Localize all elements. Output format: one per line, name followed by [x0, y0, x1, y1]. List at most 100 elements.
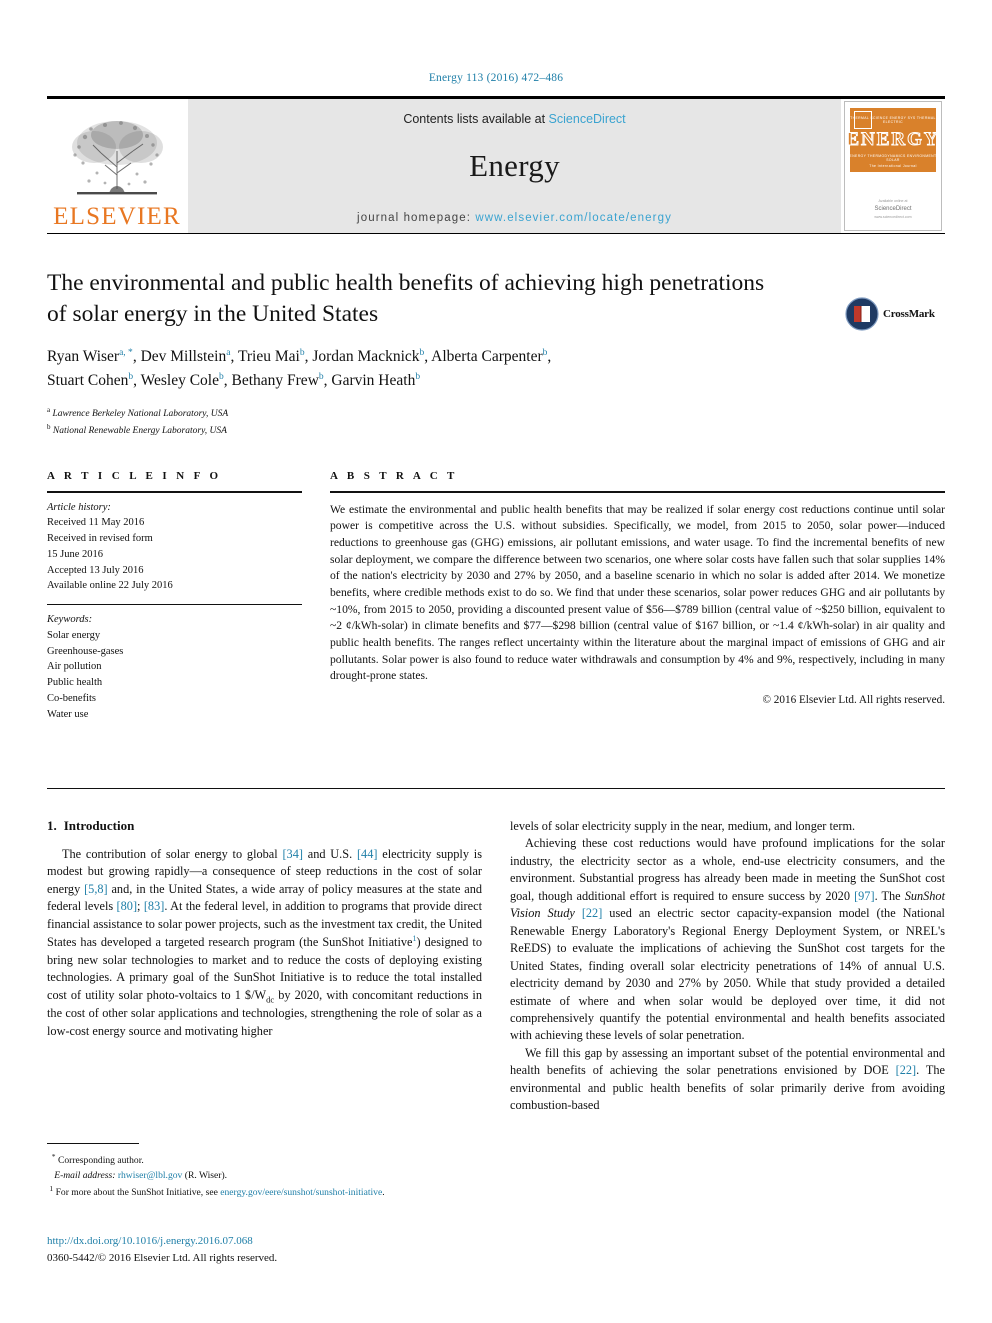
abstract-column: A B S T R A C T We estimate the environm… — [302, 470, 945, 722]
author-name: Jordan Macknick — [312, 347, 420, 365]
author-entry: Jordan Macknickb, — [312, 347, 431, 365]
citation-link[interactable]: [22] — [582, 906, 603, 920]
info-abstract-bottom-rule — [47, 788, 945, 789]
text-run: used an electric sector capacity-expansi… — [510, 906, 945, 1043]
journal-cover-thumbnail[interactable]: THERMAL SCIENCE ENERGY SYS THERMAL ELECT… — [844, 101, 942, 231]
subscript-dc: dc — [266, 994, 275, 1005]
author-entry: Alberta Carpenterb, — [431, 347, 552, 365]
keyword-item: Public health — [47, 677, 103, 689]
body-right-column: levels of solar electricity supply in th… — [510, 818, 945, 1248]
history-item: Accepted 13 July 2016 — [47, 564, 144, 576]
author-sep: , — [133, 371, 141, 389]
introduction-heading: 1. Introduction — [47, 818, 482, 834]
author-entry: Ryan Wisera, *, — [47, 347, 141, 365]
keyword-item: Water use — [47, 708, 89, 720]
author-sep: , — [230, 347, 238, 365]
author-name: Alberta Carpenter — [431, 347, 543, 365]
author-entry: Garvin Heathb — [331, 371, 420, 389]
doi-link[interactable]: http://dx.doi.org/10.1016/j.energy.2016.… — [47, 1233, 547, 1250]
cover-foot-big: ScienceDirect — [874, 205, 912, 212]
masthead-bottom-rule — [47, 233, 945, 234]
title-block: The environmental and public health bene… — [47, 268, 945, 440]
article-info-heading: A R T I C L E I N F O — [47, 470, 222, 482]
affiliation-item: b National Renewable Energy Laboratory, … — [47, 422, 945, 440]
citation-link[interactable]: [34] — [282, 847, 303, 861]
affiliation-item: a Lawrence Berkeley National Laboratory,… — [47, 405, 945, 423]
keyword-item: Solar energy — [47, 629, 101, 641]
intro-paragraph-3: We fill this gap by assessing an importa… — [510, 1045, 945, 1115]
affiliation-mark: b — [47, 423, 51, 432]
sciencedirect-link[interactable]: ScienceDirect — [549, 112, 626, 126]
article-info-column: A R T I C L E I N F O Article history: R… — [47, 470, 302, 722]
journal-homepage-line: journal homepage: www.elsevier.com/locat… — [357, 212, 672, 224]
article-page: Energy 113 (2016) 472–486 ELSEVIER Conte… — [0, 0, 992, 1323]
sunshot-link[interactable]: energy.gov/eere/sunshot/sunshot-initiati… — [220, 1187, 382, 1198]
info-abstract-section: A R T I C L E I N F O Article history: R… — [47, 470, 945, 722]
corresponding-author-mark: * — [51, 1152, 56, 1161]
email-label: E-mail address: — [54, 1169, 116, 1181]
corresponding-author-text: Corresponding author. — [57, 1155, 144, 1167]
author-entry: Stuart Cohenb, — [47, 371, 141, 389]
author-list: Ryan Wisera, *, Dev Millsteina, Trieu Ma… — [47, 345, 837, 393]
author-name: Ryan Wiser — [47, 347, 120, 365]
homepage-label: journal homepage: — [357, 212, 476, 224]
text-run: and U.S. — [302, 847, 357, 861]
section-title: Introduction — [63, 818, 135, 833]
cover-row2: ENERGY THERMODYNAMICS ENVIRONMENT SOLAR — [849, 154, 937, 162]
affiliation-list: a Lawrence Berkeley National Laboratory,… — [47, 405, 945, 441]
contents-available-line: Contents lists available at ScienceDirec… — [403, 112, 625, 126]
homepage-url-link[interactable]: www.elsevier.com/locate/energy — [475, 212, 672, 224]
info-rule-middle — [47, 604, 302, 606]
author-entry: Dev Millsteina, — [141, 347, 238, 365]
history-item: Received in revised form — [47, 533, 153, 545]
history-item: 15 June 2016 — [47, 548, 103, 560]
keyword-item: Co-benefits — [47, 692, 96, 704]
footnote-1-text: For more about the SunShot Initiative, s… — [55, 1187, 221, 1199]
citation-link[interactable]: [44] — [357, 847, 378, 861]
author-entry: Trieu Maib, — [237, 347, 312, 365]
history-item: Available online 22 July 2016 — [47, 580, 173, 592]
intro-paragraph-2: Achieving these cost reductions would ha… — [510, 835, 945, 1044]
page-footer: http://dx.doi.org/10.1016/j.energy.2016.… — [47, 1233, 547, 1266]
citation-link[interactable]: [83] — [144, 899, 165, 913]
affiliation-text: National Renewable Energy Laboratory, US… — [52, 426, 227, 437]
footnote-block: * Corresponding author. E-mail address: … — [47, 1143, 482, 1201]
running-head: Energy 113 (2016) 472–486 — [428, 72, 564, 84]
info-rule-top — [47, 491, 302, 493]
elsevier-logo: ELSEVIER — [47, 99, 187, 233]
affiliation-mark: a — [47, 405, 51, 414]
citation-link[interactable]: [97] — [854, 889, 875, 903]
elsevier-tree-icon — [72, 121, 163, 195]
text-run: ; — [137, 899, 144, 914]
author-name: Wesley Cole — [140, 371, 219, 389]
abstract-rule — [330, 491, 945, 493]
citation-link[interactable]: [80] — [117, 899, 138, 913]
footnote-1-tail: . — [382, 1187, 385, 1199]
author-name: Garvin Heath — [331, 371, 416, 389]
citation-link[interactable]: [5,8] — [84, 882, 108, 896]
footnote-corresponding: * Corresponding author. E-mail address: … — [47, 1151, 482, 1183]
footnote-rule — [47, 1143, 139, 1144]
author-sep: , — [223, 371, 232, 389]
affiliation-text: Lawrence Berkeley National Laboratory, U… — [52, 408, 229, 419]
text-run: The contribution of solar energy to glob… — [62, 847, 283, 861]
journal-masthead: ELSEVIER Contents lists available at Sci… — [47, 96, 945, 234]
text-run: . The — [874, 888, 905, 903]
email-owner: (R. Wiser). — [184, 1169, 228, 1181]
author-sep: , — [547, 347, 552, 365]
email-link[interactable]: rhwiser@lbl.gov — [118, 1170, 183, 1181]
author-name: Bethany Frew — [231, 371, 319, 389]
footnote-1: 1 For more about the SunShot Initiative,… — [47, 1183, 482, 1201]
keywords-label: Keywords: — [47, 614, 93, 626]
author-entry: Bethany Frewb, — [231, 371, 332, 389]
author-entry: Wesley Coleb, — [140, 371, 232, 389]
author-name: Trieu Mai — [237, 347, 300, 365]
abstract-copyright: © 2016 Elsevier Ltd. All rights reserved… — [762, 694, 946, 707]
keyword-item: Air pollution — [47, 661, 102, 673]
citation-link[interactable]: [22] — [896, 1063, 917, 1077]
journal-cover-container: THERMAL SCIENCE ENERGY SYS THERMAL ELECT… — [841, 99, 945, 233]
masthead-center: Contents lists available at ScienceDirec… — [187, 99, 841, 233]
keyword-item: Greenhouse-gases — [47, 645, 124, 657]
text-run: We fill this gap by assessing an importa… — [510, 1045, 945, 1078]
abstract-heading: A B S T R A C T — [330, 470, 458, 482]
